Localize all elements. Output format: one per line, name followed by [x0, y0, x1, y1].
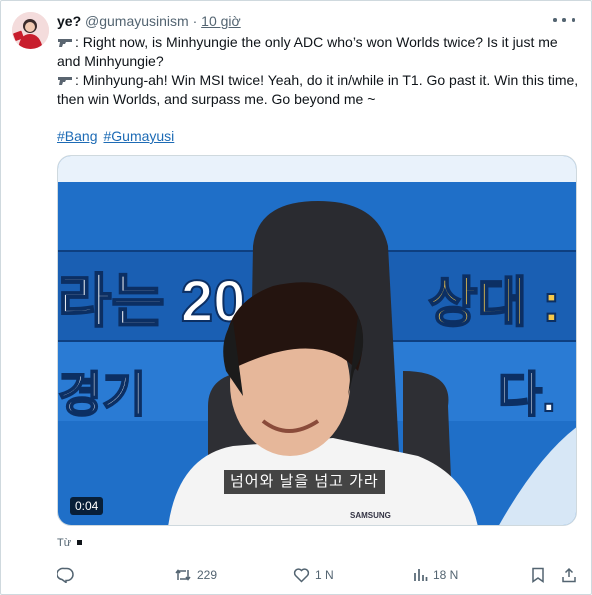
banner-text-4: 다. [498, 369, 556, 422]
hashtags: #Bang #Gumayusi [57, 127, 180, 146]
gun-emoji-icon [58, 39, 72, 47]
banner-text-3: 경기 [58, 369, 146, 422]
text-line-3-content: : Minhyung-ah! Win MSI twice! Yeah, do i… [75, 72, 579, 88]
like-count: 1 N [315, 568, 334, 582]
retweet-button[interactable]: 229 [174, 565, 217, 585]
retweet-count: 229 [197, 568, 218, 582]
views-chart-icon [414, 569, 428, 581]
retweet-icon [175, 569, 191, 581]
hashtag-bang[interactable]: #Bang [57, 128, 97, 144]
bookmark-icon [532, 567, 544, 583]
text-line-4: then win Worlds, and surpass me. Go beyo… [57, 91, 376, 107]
banner-text-1: 라는 20 [58, 269, 245, 334]
banner-text-2: 상대 : [428, 273, 560, 333]
tweet-text: : Right now, is Minhyungie the only ADC … [57, 33, 585, 109]
action-bar: 229 1 N 18 N [57, 565, 585, 585]
heart-icon [293, 568, 310, 583]
like-button[interactable]: 1 N [293, 565, 334, 585]
hashtag-gumayusi[interactable]: #Gumayusi [103, 128, 174, 144]
text-line-1-content: : Right now, is Minhyungie the only ADC … [75, 34, 558, 50]
bookmark-button[interactable] [531, 565, 545, 585]
text-line-1: : Right now, is Minhyungie the only ADC … [57, 33, 585, 52]
share-icon [562, 567, 576, 583]
shirt-sponsor-text: SAMSUNG [350, 511, 391, 520]
text-line-2: and Minhyungie? [57, 53, 164, 69]
display-name[interactable]: ye? [57, 13, 81, 29]
gun-emoji-icon [58, 77, 72, 85]
views-button[interactable]: 18 N [412, 565, 458, 585]
text-line-3: : Minhyung-ah! Win MSI twice! Yeah, do i… [57, 71, 585, 90]
avatar[interactable] [12, 12, 49, 49]
views-count: 18 N [433, 568, 459, 582]
video-player[interactable]: 라는 20 상대 : 경기 다. SAMSUNG 넘어와 날을 넘고 가라 0:… [57, 155, 577, 526]
from-label: Từ [57, 537, 72, 549]
source-square-icon [77, 540, 83, 545]
tweet-header: ye? @gumayusinism · 10 giờ [57, 12, 241, 30]
video-subtitle: 넘어와 날을 넘고 가라 [224, 470, 385, 494]
reply-button[interactable] [57, 565, 74, 585]
reply-icon [57, 567, 74, 583]
user-handle[interactable]: @gumayusinism [85, 13, 189, 29]
separator-dot: · [192, 13, 198, 29]
share-button[interactable] [561, 565, 577, 585]
timestamp[interactable]: 10 giờ [201, 13, 241, 29]
source-label: Từ [57, 537, 83, 549]
tweet-card: ye? @gumayusinism · 10 giờ : Right now, … [0, 0, 592, 595]
video-duration: 0:04 [70, 497, 104, 515]
more-options-icon[interactable] [553, 11, 575, 29]
